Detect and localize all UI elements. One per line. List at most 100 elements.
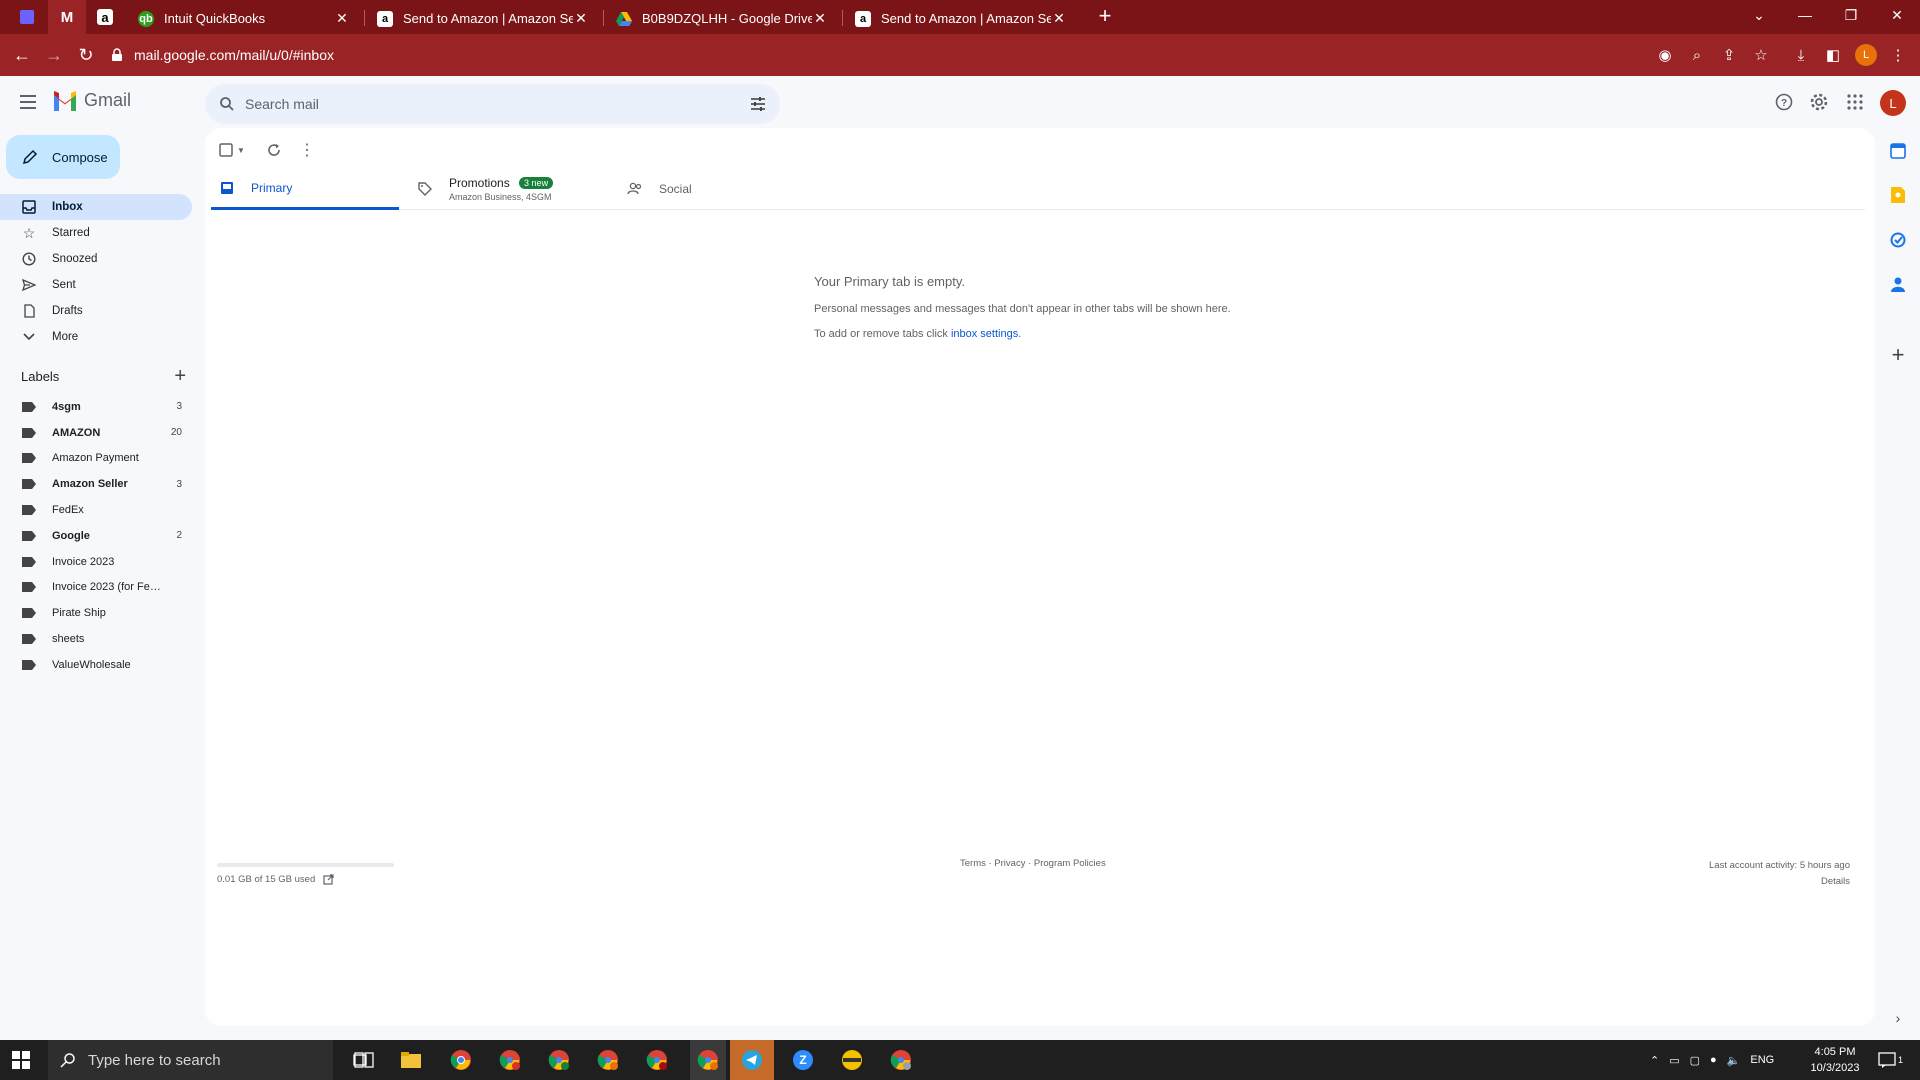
chrome-app-icon[interactable] <box>447 1046 475 1074</box>
label-item-amazon[interactable]: AMAZON 20 <box>0 420 192 446</box>
tab-social[interactable]: Social <box>619 168 809 210</box>
pinned-tab-gmail[interactable]: M <box>48 0 86 34</box>
taskbar-search-input[interactable]: Type here to search <box>88 1052 221 1069</box>
taskbar-clock[interactable]: 4:05 PM 10/3/2023 <box>1805 1044 1865 1076</box>
label-item-4sgm[interactable]: 4sgm 3 <box>0 394 192 420</box>
contacts-icon[interactable] <box>1886 272 1910 296</box>
tab-google-drive[interactable]: B0B9DZQLHH - Google Drive ✕ <box>606 3 838 34</box>
google-apps-icon[interactable] <box>1843 90 1867 114</box>
label-item-invoice-2023[interactable]: Invoice 2023 <box>0 549 192 575</box>
bookmark-star-icon[interactable]: ☆ <box>1749 43 1773 67</box>
close-icon[interactable]: ✕ <box>1051 10 1067 27</box>
close-icon[interactable]: ✕ <box>812 10 828 27</box>
clock-icon <box>22 252 36 266</box>
details-link[interactable]: Details <box>1709 874 1850 890</box>
nav-item-sent[interactable]: Sent <box>0 272 192 298</box>
nav-item-inbox[interactable]: Inbox <box>0 194 192 220</box>
chrome-profile-r-icon[interactable] <box>643 1046 671 1074</box>
chrome-profile-m-icon[interactable] <box>594 1046 622 1074</box>
main-menu-icon[interactable] <box>16 90 40 114</box>
browser-menu-icon[interactable]: ⋮ <box>1886 43 1910 67</box>
new-tab-button[interactable]: + <box>1093 3 1117 28</box>
search-options-icon[interactable] <box>750 97 766 111</box>
telegram-icon[interactable] <box>730 1040 774 1080</box>
tab-search-button[interactable]: ⌄ <box>1736 0 1782 30</box>
taskbar-search[interactable]: Type here to search <box>48 1040 333 1080</box>
footer-links[interactable]: Terms · Privacy · Program Policies <box>960 858 1106 869</box>
chrome-profile-d-icon[interactable] <box>496 1046 524 1074</box>
chrome-profile-o-icon[interactable] <box>545 1046 573 1074</box>
microphone-icon[interactable]: ● <box>1710 1054 1717 1066</box>
chevron-right-icon[interactable]: › <box>1886 1006 1910 1030</box>
label-item-valuewholesale[interactable]: ValueWholesale <box>0 652 192 678</box>
search-mail-box[interactable]: Search mail <box>205 84 780 124</box>
more-options-icon[interactable]: ⋮ <box>299 138 315 162</box>
label-item-amazon-seller[interactable]: Amazon Seller 3 <box>0 471 192 497</box>
meet-now-icon[interactable]: ▢ <box>1690 1054 1700 1067</box>
zoom-icon[interactable]: ⌕ <box>1685 43 1709 67</box>
forward-button[interactable]: → <box>40 41 68 69</box>
search-icon[interactable] <box>219 96 235 112</box>
back-button[interactable]: ← <box>8 41 36 69</box>
chrome-profile-extra-icon[interactable] <box>887 1046 915 1074</box>
create-label-plus-icon[interactable]: + <box>174 365 186 388</box>
zoom-app-icon[interactable]: Z <box>789 1046 817 1074</box>
address-bar[interactable]: mail.google.com/mail/u/0/#inbox <box>110 39 1670 71</box>
minimize-button[interactable]: — <box>1782 0 1828 30</box>
notification-center-icon[interactable]: 1 <box>1878 1040 1903 1080</box>
network-icon[interactable]: ▭ <box>1669 1054 1679 1067</box>
search-input[interactable]: Search mail <box>245 96 750 112</box>
keep-icon[interactable] <box>1886 183 1910 207</box>
label-item-pirate-ship[interactable]: Pirate Ship <box>0 600 192 626</box>
file-explorer-icon[interactable] <box>397 1046 425 1074</box>
inbox-settings-link[interactable]: inbox settings <box>951 328 1018 340</box>
show-hidden-icons-chevron-up-icon[interactable]: ⌃ <box>1650 1054 1659 1067</box>
gmail-logo[interactable]: Gmail <box>52 90 131 111</box>
reload-button[interactable]: ↻ <box>72 41 100 69</box>
close-window-button[interactable]: ✕ <box>1874 0 1920 30</box>
tab-quickbooks[interactable]: qb Intuit QuickBooks ✕ <box>128 3 360 34</box>
nav-item-drafts[interactable]: Drafts <box>0 298 192 324</box>
compose-button[interactable]: Compose <box>6 135 120 179</box>
windows-start-icon[interactable] <box>12 1051 30 1069</box>
tab-promotions[interactable]: Promotions 3 new Amazon Business, 4SGM <box>409 168 599 210</box>
add-addon-plus-icon[interactable]: + <box>1886 342 1910 367</box>
task-switch-icon[interactable] <box>346 1046 374 1074</box>
select-all-checkbox[interactable]: ▼ <box>219 138 245 162</box>
tab-title: Send to Amazon | Amazon Seller <box>881 11 1051 26</box>
tab-send-to-amazon-2[interactable]: a Send to Amazon | Amazon Seller ✕ <box>845 3 1077 34</box>
settings-gear-icon[interactable] <box>1807 90 1831 114</box>
label-item-google[interactable]: Google 2 <box>0 523 192 549</box>
label-item-invoice-2023-fedex[interactable]: Invoice 2023 (for FedEx ... <box>0 575 192 601</box>
tab-primary[interactable]: Primary <box>211 168 399 210</box>
close-icon[interactable]: ✕ <box>573 10 589 27</box>
empty-heading: Your Primary tab is empty. <box>814 274 965 289</box>
nav-item-starred[interactable]: ☆ Starred <box>0 220 192 246</box>
browser-profile-avatar[interactable]: L <box>1855 44 1877 66</box>
eye-icon[interactable]: ◉ <box>1653 43 1677 67</box>
label-item-fedex[interactable]: FedEx <box>0 497 192 523</box>
open-in-new-icon[interactable] <box>323 874 334 885</box>
maximize-button[interactable]: ❐ <box>1828 0 1874 30</box>
nav-item-more[interactable]: More <box>0 324 192 350</box>
close-icon[interactable]: ✕ <box>334 10 350 27</box>
app-yellow-icon[interactable] <box>838 1046 866 1074</box>
input-language[interactable]: ENG <box>1750 1054 1774 1066</box>
pinned-tab-tasks[interactable] <box>8 0 46 34</box>
caret-down-icon[interactable]: ▼ <box>237 146 245 155</box>
nav-item-snoozed[interactable]: Snoozed <box>0 246 192 272</box>
refresh-icon[interactable] <box>267 138 281 162</box>
volume-icon[interactable]: 🔈 <box>1727 1054 1741 1067</box>
tab-send-to-amazon-1[interactable]: a Send to Amazon | Amazon Seller ✕ <box>367 3 599 34</box>
chrome-profile-l-icon[interactable] <box>690 1040 726 1080</box>
pinned-tab-amazon[interactable]: a <box>86 0 124 34</box>
label-item-sheets[interactable]: sheets <box>0 626 192 652</box>
download-icon[interactable]: ⤓ <box>1789 43 1813 67</box>
side-panel-icon[interactable]: ◧ <box>1821 43 1845 67</box>
share-icon[interactable]: ⇪ <box>1717 43 1741 67</box>
calendar-icon[interactable] <box>1886 139 1910 163</box>
tasks-icon[interactable] <box>1886 228 1910 252</box>
label-item-amazon-payment[interactable]: Amazon Payment <box>0 446 192 472</box>
help-icon[interactable]: ? <box>1772 90 1796 114</box>
account-avatar[interactable]: L <box>1880 90 1906 116</box>
